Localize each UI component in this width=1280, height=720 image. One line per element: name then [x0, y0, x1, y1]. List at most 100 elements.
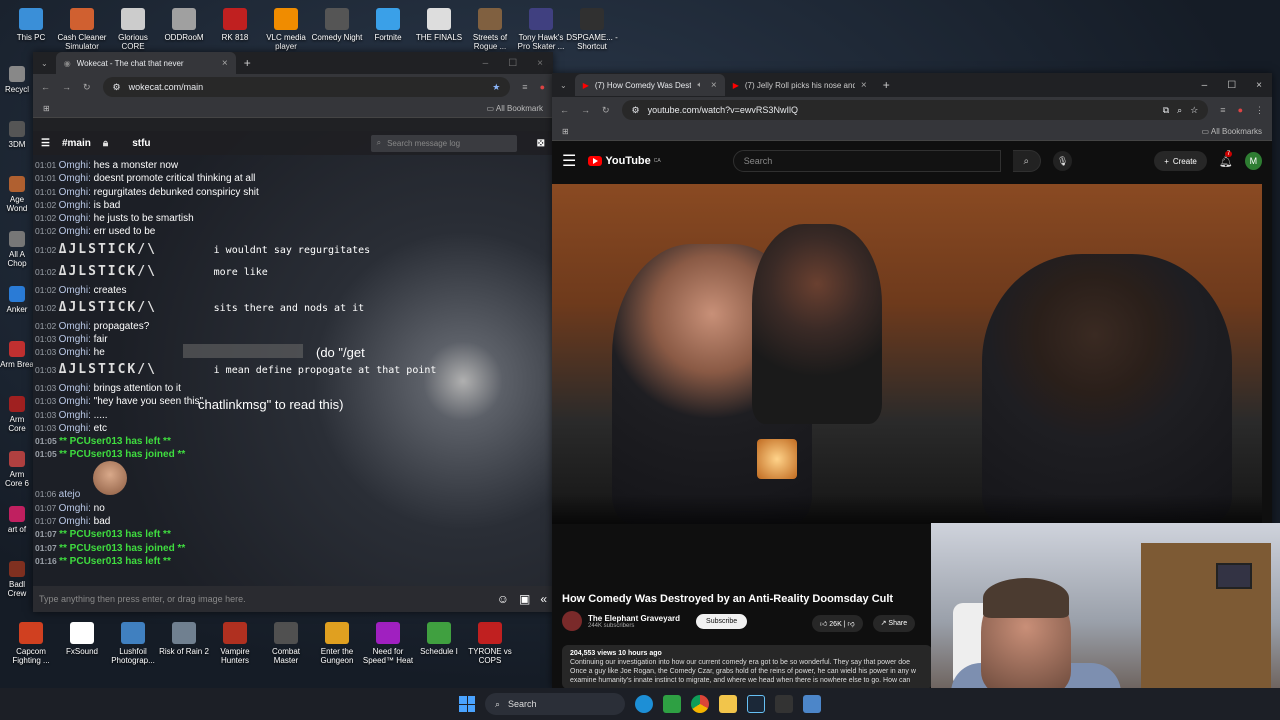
edge-icon[interactable]	[635, 695, 653, 713]
desktop-icon[interactable]: Arm Core	[0, 396, 34, 433]
chat-url-field[interactable]: ⚙ wokecat.com/main ★	[102, 77, 511, 97]
message-nick[interactable]: Omghi:	[59, 383, 94, 394]
message-nick[interactable]: Omghi:	[59, 503, 94, 514]
desktop-icon[interactable]: ODDRooM	[158, 8, 210, 42]
desktop-icon[interactable]: Schedule I	[413, 622, 465, 656]
xbox-icon[interactable]	[663, 695, 681, 713]
chat-input[interactable]: Type anything then press enter, or drag …	[39, 594, 487, 604]
message-nick[interactable]: Omghi:	[59, 516, 94, 527]
audio-icon[interactable]: 🔈︎	[697, 80, 702, 90]
minimize-icon[interactable]: –	[483, 58, 489, 69]
create-button[interactable]: + Create	[1154, 151, 1207, 171]
emoji-icon[interactable]: ☺	[497, 592, 509, 606]
message-nick[interactable]: Omghi:	[59, 173, 94, 184]
desktop-icon[interactable]: Vampire Hunters	[209, 622, 261, 665]
message-nick[interactable]: Omghi:	[59, 410, 94, 421]
desktop-icon[interactable]: Capcom Fighting ...	[5, 622, 57, 665]
message-nick[interactable]: Omghi:	[59, 285, 94, 296]
tab-close-icon[interactable]: ×	[222, 58, 228, 69]
video-description[interactable]: 204,553 views 10 hours ago Continuing ou…	[562, 645, 932, 689]
close-window-icon[interactable]: ×	[537, 58, 543, 69]
hamburger-icon[interactable]: ☰	[562, 151, 576, 171]
desktop-icon[interactable]: Recycl	[0, 66, 34, 94]
menu-icon[interactable]: ☰	[41, 138, 50, 149]
start-windows-icon[interactable]	[459, 696, 475, 712]
youtube-logo[interactable]: YouTube CA	[588, 155, 661, 167]
message-nick[interactable]: Omghi:	[59, 200, 94, 211]
forward-icon[interactable]: →	[62, 82, 71, 92]
forward-icon[interactable]: →	[581, 105, 590, 115]
message-nick[interactable]: Omghi:	[59, 213, 94, 224]
desktop-icon[interactable]: Lushfoil Photograp...	[107, 622, 159, 665]
extensions-icon[interactable]: ≡	[1220, 105, 1225, 115]
image-upload-icon[interactable]: ▣	[519, 592, 530, 606]
desktop-icon[interactable]: Fortnite	[362, 8, 414, 42]
new-tab-icon[interactable]: +	[236, 56, 259, 70]
channel-name[interactable]: #main	[62, 138, 91, 149]
user-name-logo[interactable]: ΔJLSTICK/\	[59, 239, 214, 262]
desktop-icon[interactable]: Arm Brea	[0, 341, 34, 369]
message-nick[interactable]: Omghi:	[59, 226, 94, 237]
message-nick[interactable]: Omghi:	[59, 321, 94, 332]
desktop-icon[interactable]: Enter the Gungeon	[311, 622, 363, 665]
app-icon[interactable]	[803, 695, 821, 713]
site-info-icon[interactable]: ⚙	[113, 82, 121, 93]
apps-grid-icon[interactable]: ⊞	[43, 104, 50, 113]
audio-mixer-icon[interactable]	[775, 695, 793, 713]
desktop-icon[interactable]: Anker	[0, 286, 34, 314]
desktop-icon[interactable]: Age Wond	[0, 176, 34, 213]
reload-icon[interactable]: ↻	[83, 82, 91, 93]
expand-icon[interactable]: ⊠	[537, 138, 545, 149]
more-icon[interactable]: ⋮	[1255, 105, 1264, 116]
account-avatar[interactable]: M	[1244, 152, 1262, 170]
desktop-icon[interactable]: Need for Speed™ Heat	[362, 622, 414, 665]
reload-icon[interactable]: ↻	[602, 105, 610, 116]
youtube-search-input[interactable]: Search	[732, 150, 1001, 172]
apps-grid-icon[interactable]: ⊞	[562, 127, 569, 136]
site-info-icon[interactable]: ⚙	[632, 105, 640, 116]
desktop-icon[interactable]: Arm Core 6	[0, 451, 34, 488]
desktop-icon[interactable]: Badl Crew	[0, 561, 34, 598]
yt-search-button[interactable]: ⌕	[1012, 150, 1042, 172]
desktop-icon[interactable]: RK 818	[209, 8, 261, 42]
bookmark-star-icon[interactable]: ☆	[1190, 105, 1198, 116]
chat-tab[interactable]: ◉ Wokecat - The chat that never ×	[55, 52, 236, 74]
bookmark-star-icon[interactable]: ★	[492, 82, 500, 93]
message-nick[interactable]: Omghi:	[59, 396, 94, 407]
desktop-icon[interactable]: 3DM	[0, 121, 34, 149]
desktop-icon[interactable]: TYRONE vs COPS	[464, 622, 516, 665]
channel-name[interactable]: The Elephant Graveyard	[588, 614, 680, 623]
message-nick[interactable]: Omghi:	[59, 187, 94, 198]
yt-tab-2[interactable]: ▶ (7) Jelly Roll picks his nose and ×	[725, 74, 875, 96]
zoom-icon[interactable]: ⌕	[1177, 105, 1182, 116]
desktop-icon[interactable]: Risk of Rain 2	[158, 622, 210, 656]
desktop-icon[interactable]: VLC media player	[260, 8, 312, 51]
maximize-icon[interactable]: ☐	[508, 58, 517, 69]
subscribe-button[interactable]: Subscribe	[696, 613, 748, 629]
message-log-search[interactable]: ⌕ Search message log	[370, 134, 517, 152]
desktop-icon[interactable]: This PC	[5, 8, 57, 42]
yt-tab-1[interactable]: ▶ (7) How Comedy Was Dest 🔈︎ ×	[574, 74, 725, 96]
desktop-icon[interactable]: THE FINALS	[413, 8, 465, 42]
desktop-icon[interactable]: DSPGAME... - Shortcut	[566, 8, 618, 51]
user-name-logo[interactable]: ΔJLSTICK/\	[59, 261, 214, 284]
message-nick[interactable]: Omghi:	[59, 423, 94, 434]
video-controls[interactable]	[552, 494, 1262, 524]
minimize-icon[interactable]: –	[1202, 80, 1208, 91]
maximize-icon[interactable]: ☐	[1227, 80, 1236, 91]
user-name-logo[interactable]: ΔJLSTICK/\	[59, 297, 214, 320]
chrome-icon[interactable]	[691, 695, 709, 713]
message-nick[interactable]: atejo	[59, 489, 81, 500]
taskbar-search[interactable]: ⌕ Search	[485, 693, 625, 715]
desktop-icon[interactable]: art of	[0, 506, 34, 534]
user-name-logo[interactable]: ΔJLSTICK/\	[59, 359, 214, 382]
mic-icon[interactable]: 🎙︎	[1053, 151, 1073, 171]
install-icon[interactable]: ⧉	[1163, 105, 1169, 116]
desktop-icon[interactable]: All A Chop	[0, 231, 34, 268]
desktop-icon[interactable]: FxSound	[56, 622, 108, 656]
desktop-icon[interactable]: Cash Cleaner Simulator	[56, 8, 108, 51]
tab-list-icon[interactable]: ⌄	[552, 81, 575, 90]
message-nick[interactable]: Omghi:	[59, 347, 94, 358]
profile-icon[interactable]: ●	[1238, 105, 1243, 115]
all-bookmarks-link[interactable]: ▭ All Bookmarks	[1202, 127, 1262, 136]
